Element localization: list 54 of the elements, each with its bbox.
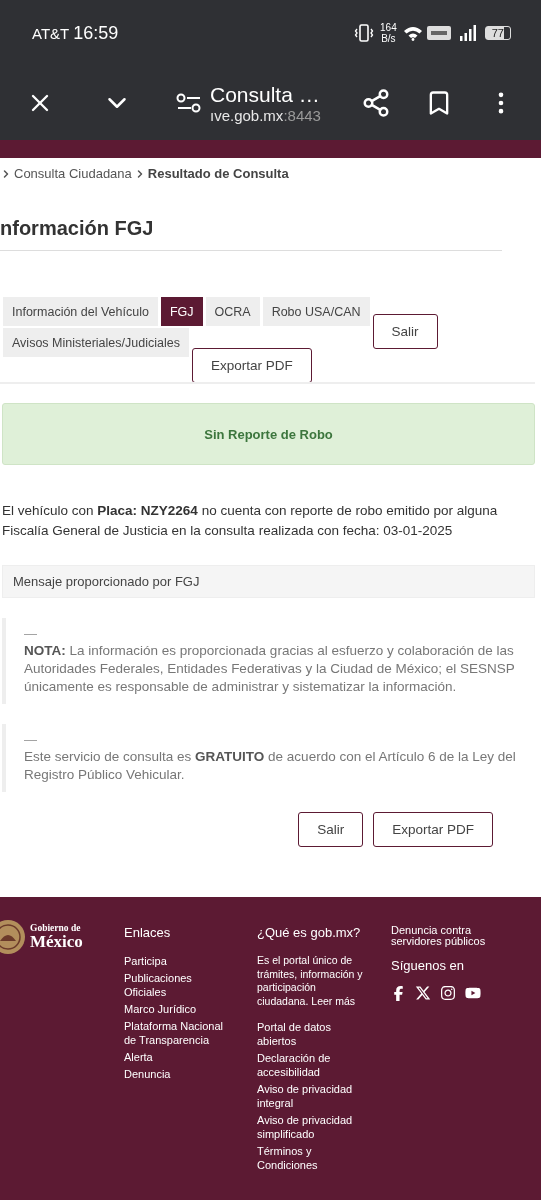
note-text: NOTA: La información es proporcionada gracias al esfuerzo y colaboración de las Autoridades Federales, Entidades Federativas y la Ciudad de México; el SESNSP únicamente es responsable de administrar y sistematizar la información. <box>24 642 516 696</box>
footer-link[interactable]: Denuncia contra servidores públicos <box>391 925 501 947</box>
footer-link[interactable]: Términos y Condiciones <box>257 1144 363 1172</box>
signal-icon <box>458 25 477 41</box>
youtube-icon[interactable] <box>465 985 481 1001</box>
page-title: Consulta … <box>210 82 321 107</box>
note-dash: — <box>24 626 38 642</box>
network-speed: 164 B/s <box>380 22 397 44</box>
footer-link[interactable]: Declaración de accesibilidad <box>257 1051 363 1079</box>
footer-link[interactable]: Portal de datos abiertos <box>257 1020 363 1048</box>
tab[interactable]: Avisos Ministeriales/Judiciales <box>3 328 189 357</box>
result-text: El vehículo con Placa: NZY2264 no cuenta con reporte de robo emitido por alguna Fiscalía General de Justicia en la consulta realizada con fecha: 03-01-2025 <box>2 502 499 540</box>
x-icon[interactable] <box>415 985 431 1001</box>
footer-link[interactable]: Denuncia <box>124 1067 171 1081</box>
wifi-icon <box>402 25 423 41</box>
section-heading: nformación FGJ <box>0 217 502 251</box>
footer-link[interactable]: Plataforma Nacional de Transparencia <box>124 1019 230 1047</box>
breadcrumb-item: Resultado de Consulta <box>147 166 289 181</box>
battery-level: 77 <box>484 26 511 40</box>
about-text: Es el portal único de trámites, información y participación ciudadana. Leer más <box>257 954 364 1008</box>
government-logo: Gobierno de México <box>30 923 83 951</box>
page-url: ıve.gob.mx:8443 <box>210 106 322 124</box>
footer-heading: ¿Qué es gob.mx? <box>257 925 361 940</box>
tab[interactable]: Robo USA/CAN <box>262 297 370 326</box>
seal-icon <box>0 919 26 955</box>
instagram-icon[interactable] <box>440 985 456 1001</box>
export-pdf-button[interactable]: Exportar PDF <box>373 812 493 847</box>
facebook-icon[interactable] <box>391 985 406 1001</box>
exit-button[interactable]: Salir <box>372 314 438 349</box>
footer-heading: Enlaces <box>124 925 171 940</box>
footer-link[interactable]: Alerta <box>124 1050 153 1064</box>
footer-link[interactable]: Aviso de privacidad integral <box>257 1082 363 1110</box>
share-icon[interactable] <box>361 88 391 118</box>
volte-icon <box>426 26 451 40</box>
message-header: Mensaje proporcionado por FGJ <box>2 565 535 598</box>
footer-heading: Síguenos en <box>391 958 464 973</box>
footer-link[interactable]: Aviso de privacidad simplificado <box>257 1113 363 1141</box>
note-text: Este servicio de consulta es GRATUITO de acuerdo con el Artículo 6 de la Ley del Registro Público Vehicular. <box>24 748 517 784</box>
tune-icon[interactable] <box>176 92 202 114</box>
read-more-link[interactable]: Leer más <box>311 994 356 1007</box>
breadcrumb-item[interactable]: Consulta Ciudadana <box>14 166 132 181</box>
export-pdf-button[interactable]: Exportar PDF <box>191 348 312 383</box>
footer-link[interactable]: Publicaciones Oficiales <box>124 971 230 999</box>
status-alert: Sin Reporte de Robo <box>2 403 535 465</box>
exit-button[interactable]: Salir <box>298 812 364 847</box>
footer-link[interactable]: Marco Jurídico <box>124 1002 197 1016</box>
carrier-name: AT&T <box>32 24 70 42</box>
clock-time: 16:59 <box>73 22 120 44</box>
tab[interactable]: Información del Vehículo <box>3 297 158 326</box>
note-dash: — <box>24 732 38 748</box>
vibrate-icon <box>354 24 375 42</box>
tab[interactable]: FGJ <box>160 297 203 326</box>
tab[interactable]: OCRA <box>205 297 260 326</box>
footer-link[interactable]: Participa <box>124 954 167 968</box>
